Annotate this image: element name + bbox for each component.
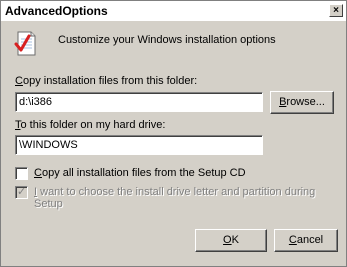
window-title: AdvancedOptions	[5, 4, 108, 18]
source-folder-label: Copy installation files from this folder…	[15, 75, 198, 87]
choose-partition-label: I want to choose the install drive lette…	[34, 186, 316, 210]
advanced-options-dialog: AdvancedOptions × Customize your Windows…	[0, 0, 347, 267]
target-folder-input[interactable]: \WINDOWS	[15, 135, 263, 155]
source-folder-input[interactable]: d:\i386	[15, 92, 263, 112]
copy-all-files-checkbox[interactable]	[15, 167, 28, 180]
header-description: Customize your Windows installation opti…	[58, 34, 276, 46]
target-folder-label: To this folder on my hard drive:	[15, 119, 166, 131]
close-button[interactable]: ×	[329, 4, 343, 17]
checkmark-icon: ✓	[17, 186, 27, 198]
ok-button[interactable]: OK	[195, 229, 267, 252]
title-bar: AdvancedOptions ×	[1, 1, 346, 22]
copy-all-files-label: Copy all installation files from the Set…	[34, 167, 246, 179]
cancel-button[interactable]: Cancel	[274, 229, 338, 252]
browse-button[interactable]: Browse...	[270, 91, 334, 114]
checklist-document-icon	[14, 29, 38, 57]
choose-partition-checkbox: ✓	[15, 186, 28, 199]
